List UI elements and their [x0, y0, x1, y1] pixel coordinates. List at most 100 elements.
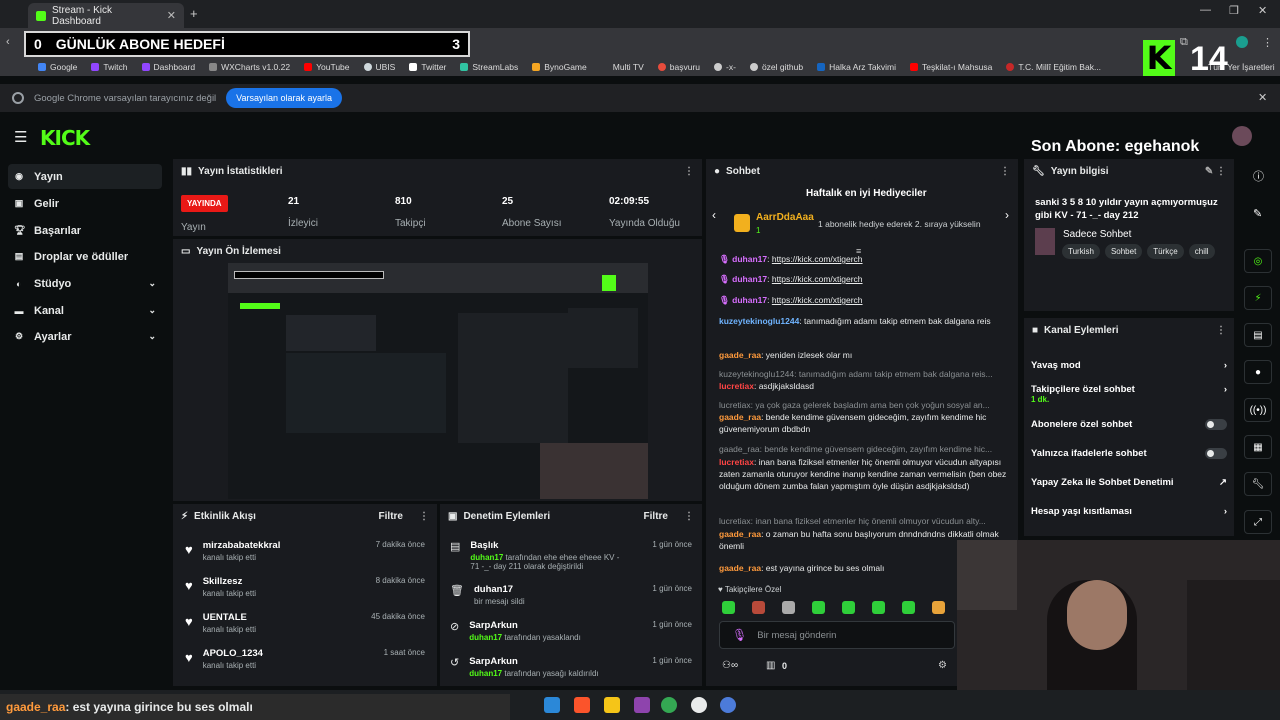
- bookmark-streamlabs[interactable]: StreamLabs: [460, 62, 518, 72]
- tab-title: Stream - Kick Dashboard: [52, 4, 113, 27]
- bookmark-multitv[interactable]: Multi TV: [613, 62, 644, 72]
- close-window-icon[interactable]: ✕: [1258, 4, 1267, 17]
- chat-message: kuzeytekinoglu1244: tanımadığım adamı ta…: [719, 316, 991, 326]
- bookmark-meb[interactable]: T.C. Millî Eğitim Bak...: [1006, 62, 1101, 72]
- chat-input[interactable]: 🎙︎ Bir mesaj gönderin: [719, 621, 955, 649]
- moderation-filter-button[interactable]: Filtre: [644, 511, 668, 522]
- close-tab-icon[interactable]: ✕: [167, 9, 176, 22]
- sidebar-item-studyo[interactable]: ◐ Stüdyo ⌄: [8, 271, 162, 296]
- bookmark-x[interactable]: -x-: [714, 62, 736, 72]
- chrome-taskbar-icon[interactable]: [661, 697, 677, 713]
- extensions-icon[interactable]: ⧉: [1180, 36, 1188, 49]
- points-icon[interactable]: ▥: [766, 660, 775, 671]
- sidebar-item-gelir[interactable]: ▣ Gelir: [8, 191, 162, 216]
- browser-tab[interactable]: Stream - Kick Dashboard ✕: [28, 3, 184, 28]
- bookmark-google[interactable]: Google: [38, 62, 77, 72]
- emote-icon[interactable]: [872, 601, 885, 614]
- back-icon[interactable]: ‹: [6, 36, 10, 48]
- moderation-menu-icon[interactable]: ⋮: [684, 511, 694, 522]
- ai-moderation-row[interactable]: Yapay Zeka ile Sohbet Denetimi ↗: [1031, 470, 1227, 494]
- activity-menu-icon[interactable]: ⋮: [419, 511, 429, 522]
- rail-broadcast-icon[interactable]: ((•)): [1244, 398, 1272, 422]
- rail-document-icon[interactable]: ▤: [1244, 323, 1272, 347]
- minimize-icon[interactable]: —: [1200, 4, 1211, 16]
- bookmark-twitter[interactable]: Twitter: [409, 62, 446, 72]
- bookmark-wxcharts[interactable]: WXCharts v1.0.22: [209, 62, 290, 72]
- rail-chat-icon[interactable]: ●: [1244, 360, 1272, 384]
- bookmark-dashboard[interactable]: Dashboard: [141, 62, 195, 72]
- infobar-close-icon[interactable]: ✕: [1258, 91, 1267, 104]
- app-icon[interactable]: [634, 697, 650, 713]
- uptime-value: 02:09:55: [609, 196, 650, 207]
- sidebar-item-kanal[interactable]: ▬ Kanal ⌄: [8, 298, 162, 323]
- kick-logo[interactable]: KICK: [40, 126, 90, 150]
- chat-settings-icon[interactable]: ⚙: [938, 660, 947, 671]
- info-icon[interactable]: ⓘ: [1253, 168, 1264, 184]
- gifters-prev-icon[interactable]: ‹: [712, 208, 716, 222]
- gifters-next-icon[interactable]: ›: [1005, 208, 1009, 222]
- chat-menu-icon[interactable]: ⋮: [1000, 166, 1010, 177]
- bookmark-youtube[interactable]: YouTube: [304, 62, 350, 72]
- emote-icon[interactable]: [722, 601, 735, 614]
- obs-icon[interactable]: [691, 697, 707, 713]
- last-sub-overlay: Son Abone: egehanok: [1031, 138, 1200, 155]
- hamburger-icon[interactable]: ☰: [14, 128, 27, 146]
- emotes-only-toggle[interactable]: [1205, 447, 1227, 459]
- goal-left-count: 0: [34, 36, 42, 52]
- new-tab-icon[interactable]: +: [190, 6, 198, 21]
- set-default-button[interactable]: Varsayılan olarak ayarla: [226, 88, 343, 108]
- account-age-row[interactable]: Hesap yaşı kısıtlaması ›: [1031, 499, 1227, 523]
- menu-icon[interactable]: ⋮: [1262, 36, 1273, 49]
- kick-favicon-icon: [36, 10, 46, 21]
- bookmark-teskilat[interactable]: Teşkilat-ı Mahsusa: [910, 62, 992, 72]
- sidebar-item-yayin[interactable]: ◉ Yayın: [8, 164, 162, 189]
- tag[interactable]: Türkçe: [1147, 244, 1184, 259]
- rail-bolt-icon[interactable]: ⚡︎: [1244, 286, 1272, 310]
- file-explorer-icon[interactable]: [604, 697, 620, 713]
- emote-icon[interactable]: [752, 601, 765, 614]
- preview-header: ▭ Yayın Ön İzlemesi: [181, 245, 281, 257]
- bookmark-twitch[interactable]: Twitch: [91, 62, 128, 72]
- windows-start-icon[interactable]: [544, 697, 560, 713]
- slow-mode-row[interactable]: Yavaş mod ›: [1031, 353, 1227, 377]
- emote-icon[interactable]: [812, 601, 825, 614]
- channel-actions-menu-icon[interactable]: ⋮: [1216, 325, 1226, 336]
- bookmark-github[interactable]: özel github: [749, 62, 803, 72]
- bookmark-bynogame[interactable]: BynoGame: [532, 62, 587, 72]
- emote-icon[interactable]: [932, 601, 945, 614]
- edit-icon[interactable]: ✎ ⋮: [1205, 166, 1226, 177]
- activity-filter-button[interactable]: Filtre: [379, 511, 403, 522]
- user-avatar[interactable]: [1232, 126, 1252, 146]
- rail-expand-icon[interactable]: ⤢: [1244, 510, 1272, 534]
- category-name[interactable]: Sadece Sohbet: [1063, 229, 1131, 240]
- followers-only-row[interactable]: Takipçilere özel sohbet ›: [1031, 378, 1227, 400]
- bookmark-ubis[interactable]: UBIS: [363, 62, 395, 72]
- sidebar-item-ayarlar[interactable]: ⚙ Ayarlar ⌄: [8, 324, 162, 349]
- rail-grid-icon[interactable]: ▦: [1244, 435, 1272, 459]
- emote-bar: [722, 601, 945, 614]
- tag[interactable]: Sohbet: [1104, 244, 1143, 259]
- unban-icon: ↺: [450, 657, 460, 669]
- brave-icon[interactable]: [574, 697, 590, 713]
- sidebar-item-droplar[interactable]: ▤ Droplar ve ödüller: [8, 244, 162, 269]
- maximize-icon[interactable]: ❐: [1229, 4, 1239, 17]
- tag[interactable]: Turkish: [1062, 244, 1100, 259]
- chat-users-icon[interactable]: ⚇∞: [722, 660, 738, 671]
- rail-camera-icon[interactable]: ◎: [1244, 249, 1272, 273]
- emote-icon[interactable]: [902, 601, 915, 614]
- rail-wrench-icon[interactable]: 🔧︎: [1244, 472, 1272, 496]
- profile-avatar[interactable]: [1236, 36, 1248, 48]
- app-icon[interactable]: [720, 697, 736, 713]
- stream-icon: ◉: [15, 171, 23, 181]
- pencil-icon[interactable]: ✎: [1253, 207, 1262, 220]
- kick-follower-count: 14: [1190, 40, 1228, 78]
- bookmark-halka-arz[interactable]: Halka Arz Takvimi: [817, 62, 896, 72]
- subs-only-toggle[interactable]: [1205, 418, 1227, 430]
- tag[interactable]: chill: [1188, 244, 1215, 259]
- stats-menu-icon[interactable]: ⋮: [684, 166, 694, 177]
- stream-preview-video[interactable]: [228, 263, 648, 499]
- sidebar-item-basarilar[interactable]: 🏆︎ Başarılar: [8, 218, 162, 243]
- bookmark-basvuru[interactable]: başvuru: [657, 62, 700, 72]
- emote-icon[interactable]: [842, 601, 855, 614]
- emote-icon[interactable]: [782, 601, 795, 614]
